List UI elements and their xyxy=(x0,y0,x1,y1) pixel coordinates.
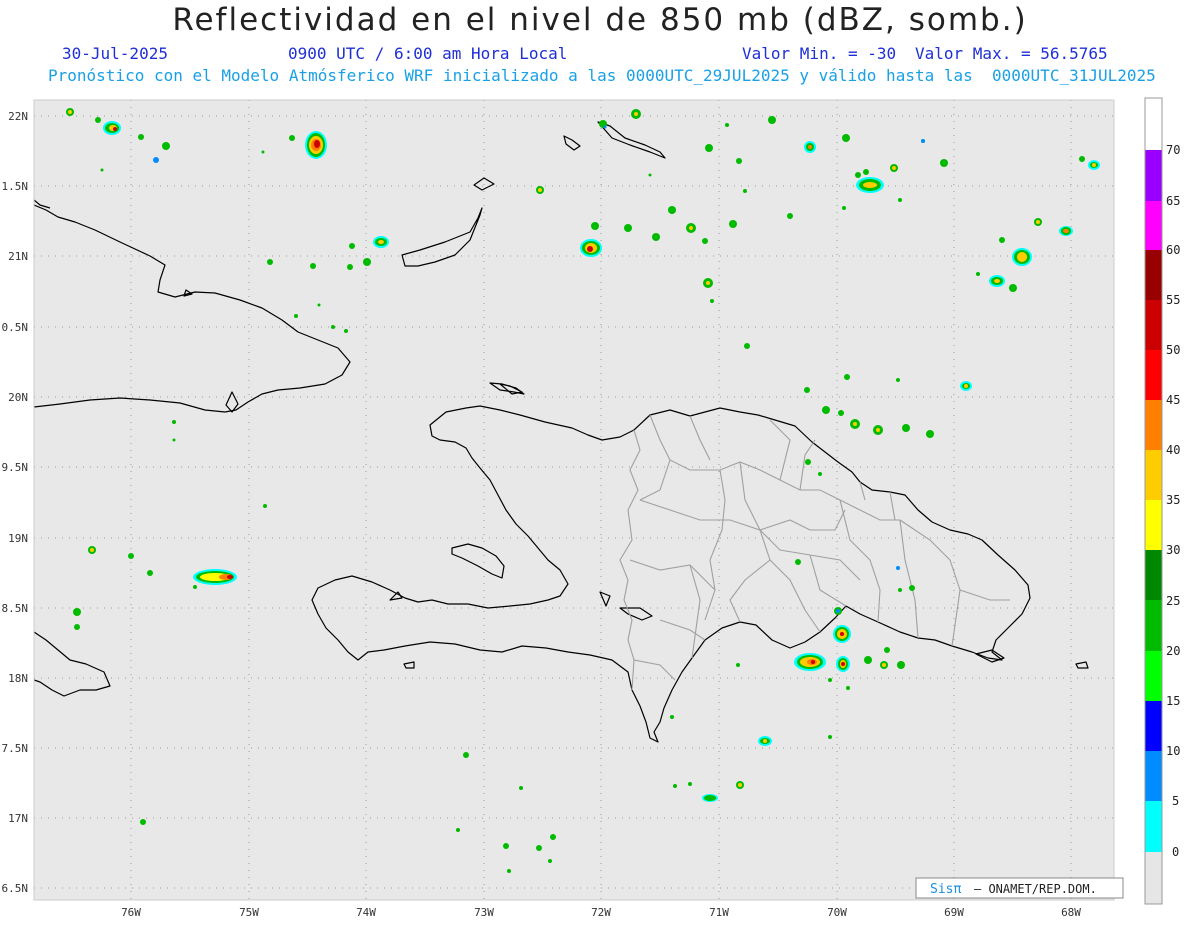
svg-text:21N: 21N xyxy=(8,250,28,263)
storm-cell xyxy=(836,656,850,672)
colorbar-label: 35 xyxy=(1166,493,1180,507)
colorbar-label: 30 xyxy=(1166,543,1180,557)
storm-cell xyxy=(373,236,389,248)
svg-text:71W: 71W xyxy=(709,906,729,919)
colorbar-label: 70 xyxy=(1166,143,1180,157)
storm-cell xyxy=(1012,248,1032,266)
svg-text:6.5N: 6.5N xyxy=(2,882,29,895)
colorbar-label: 20 xyxy=(1166,644,1180,658)
storm-cell xyxy=(804,141,816,153)
storm-cell xyxy=(305,131,327,159)
credit-box: Sisπ – ONAMET/REP.DOM. xyxy=(915,877,1124,899)
credit-text: – ONAMET/REP.DOM. xyxy=(974,882,1097,896)
storm-cell xyxy=(702,794,718,802)
colorbar-label: 0 xyxy=(1172,845,1179,859)
svg-text:75W: 75W xyxy=(239,906,259,919)
svg-text:73W: 73W xyxy=(474,906,494,919)
svg-text:74W: 74W xyxy=(356,906,376,919)
svg-text:20N: 20N xyxy=(8,391,28,404)
colorbar: 70 65 60 55 50 45 40 35 30 25 20 15 10 5… xyxy=(1144,97,1180,905)
colorbar-label: 55 xyxy=(1166,293,1180,307)
colorbar-label: 60 xyxy=(1166,243,1180,257)
map-frame xyxy=(34,100,1114,900)
colorbar-label: 45 xyxy=(1166,393,1180,407)
colorbar-label: 25 xyxy=(1166,594,1180,608)
svg-text:70W: 70W xyxy=(827,906,847,919)
longitude-labels: 76W 75W 74W 73W 72W 71W 70W 69W 68W xyxy=(121,906,1081,919)
storm-cell xyxy=(833,625,851,643)
svg-text:1.5N: 1.5N xyxy=(2,180,29,193)
storm-cell xyxy=(1088,160,1100,170)
svg-text:19N: 19N xyxy=(8,532,28,545)
colorbar-label: 40 xyxy=(1166,443,1180,457)
sispi-logo: Sisπ xyxy=(930,882,961,897)
colorbar-label: 65 xyxy=(1166,194,1180,208)
svg-text:76W: 76W xyxy=(121,906,141,919)
storm-cell xyxy=(103,121,121,135)
colorbar-label: 10 xyxy=(1166,744,1180,758)
storm-cell xyxy=(758,736,772,746)
storm-cell xyxy=(580,239,602,257)
svg-text:7.5N: 7.5N xyxy=(2,742,29,755)
storm-cell xyxy=(989,275,1005,287)
svg-text:22N: 22N xyxy=(8,110,28,123)
storm-cell xyxy=(960,381,972,391)
svg-text:69W: 69W xyxy=(944,906,964,919)
colorbar-label: 5 xyxy=(1172,794,1179,808)
colorbar-label: 50 xyxy=(1166,343,1180,357)
svg-text:18N: 18N xyxy=(8,672,28,685)
svg-text:9.5N: 9.5N xyxy=(2,461,29,474)
latitude-labels: 22N 1.5N 21N 0.5N 20N 9.5N 19N 8.5N 18N … xyxy=(2,110,29,895)
svg-text:17N: 17N xyxy=(8,812,28,825)
svg-text:72W: 72W xyxy=(591,906,611,919)
storm-cell xyxy=(856,177,884,193)
storm-cell xyxy=(1059,226,1073,236)
svg-text:0.5N: 0.5N xyxy=(2,321,29,334)
colorbar-label: 15 xyxy=(1166,694,1180,708)
map-canvas: 22N 1.5N 21N 0.5N 20N 9.5N 19N 8.5N 18N … xyxy=(2,97,1180,919)
storm-cell xyxy=(193,569,237,585)
storm-cell xyxy=(794,653,826,671)
svg-text:68W: 68W xyxy=(1061,906,1081,919)
svg-text:8.5N: 8.5N xyxy=(2,602,29,615)
